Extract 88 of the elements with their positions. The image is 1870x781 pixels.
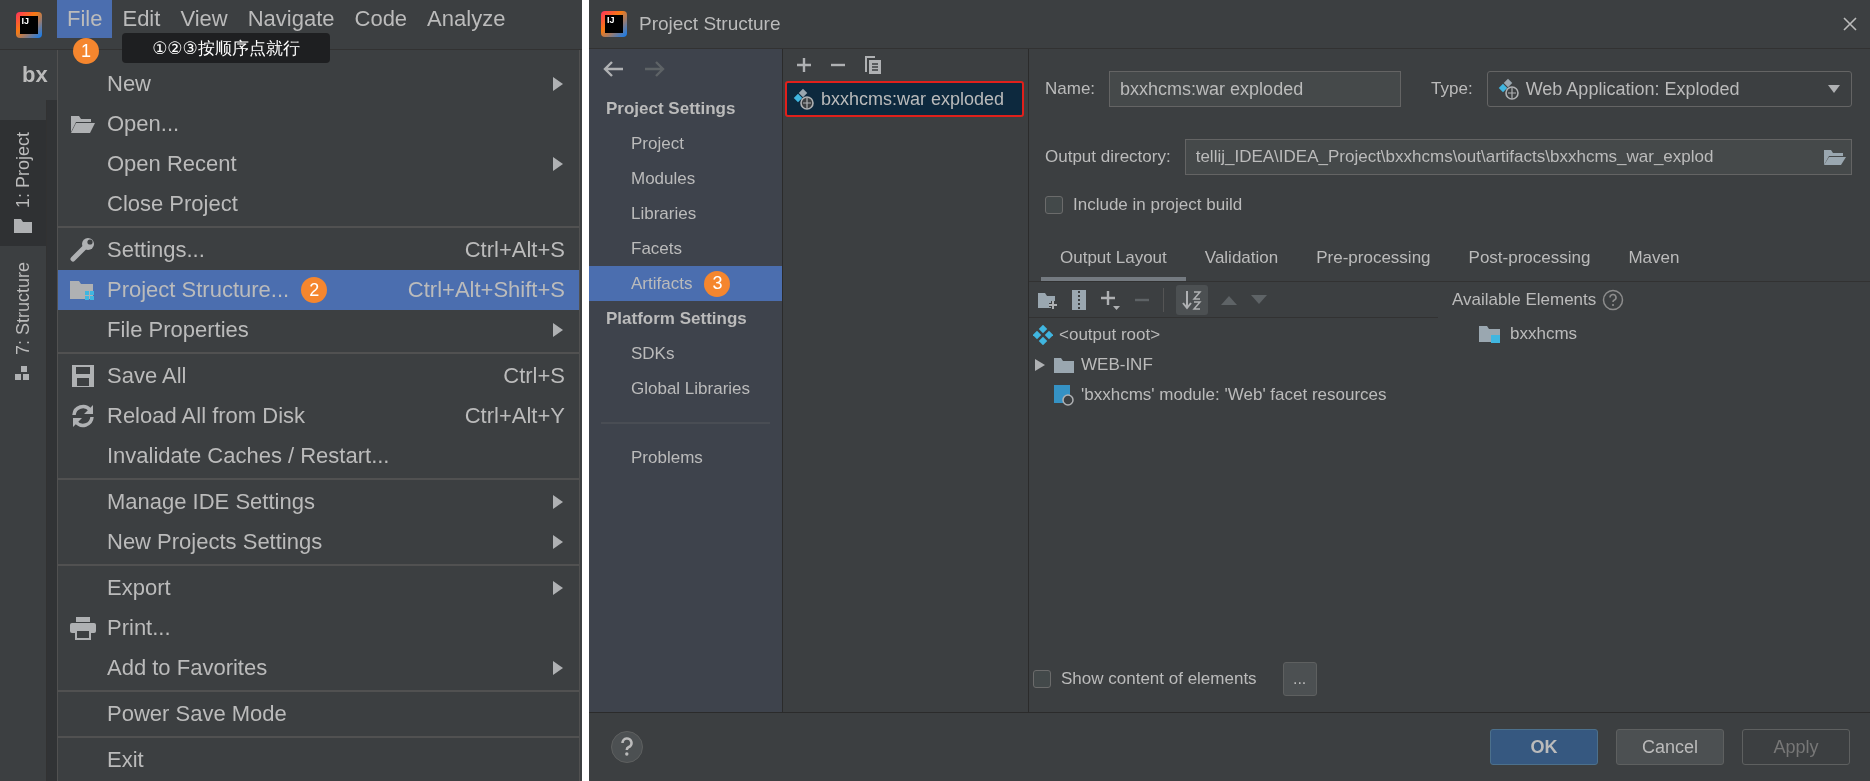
checkbox[interactable] (1033, 670, 1051, 688)
add-icon[interactable] (795, 56, 813, 74)
menu-bar-item[interactable]: Analyze (417, 0, 516, 38)
tree-item[interactable]: <output root> (1029, 320, 1438, 350)
tool-window-tab[interactable]: 7: Structure (0, 250, 46, 394)
tab[interactable]: Output Layout (1041, 239, 1186, 281)
sidebar-item[interactable]: Project (589, 126, 782, 161)
folder-icon (1053, 356, 1075, 374)
open-folder-icon[interactable] (1823, 147, 1847, 167)
menu-item[interactable]: Save All Ctrl+S (58, 356, 579, 396)
menu-bar-item[interactable]: Code (344, 0, 418, 38)
menu-item[interactable]: Settings... Ctrl+Alt+S (58, 230, 579, 270)
shortcut-label: Ctrl+S (503, 363, 565, 389)
section-heading: Project Settings (605, 97, 737, 120)
dialog-button[interactable]: OK (1490, 729, 1598, 765)
shortcut-label: Ctrl+Alt+S (464, 237, 565, 263)
web-module-icon (1053, 384, 1075, 406)
field-label: Output directory: (1045, 147, 1171, 167)
checkbox-label: Show content of elements (1061, 669, 1257, 689)
sidebar-item[interactable]: Global Libraries (589, 371, 782, 406)
menu-item[interactable]: Exit (58, 740, 579, 780)
type-dropdown[interactable]: Web Application: Exploded (1486, 71, 1852, 107)
sidebar-item[interactable]: Facets (589, 231, 782, 266)
more-button[interactable]: ... (1282, 662, 1317, 696)
section-heading: Platform Settings (605, 307, 748, 330)
sidebar-item[interactable]: SDKs (589, 336, 782, 371)
sidebar-item[interactable]: Modules (589, 161, 782, 196)
shortcut-label: Ctrl+Alt+Shift+S (407, 277, 565, 303)
add-icon[interactable] (1099, 288, 1121, 311)
step-badge: 2 (301, 277, 328, 303)
copy-icon[interactable] (863, 55, 883, 75)
menu-item[interactable]: New Projects Settings (58, 522, 579, 562)
name-field[interactable]: bxxhcms:war exploded (1109, 71, 1402, 107)
tab[interactable]: Validation (1185, 239, 1298, 281)
diamonds-icon (1033, 325, 1053, 345)
menu-item[interactable]: Manage IDE Settings (58, 482, 579, 522)
menu-item[interactable]: Open... (58, 104, 579, 144)
question-mark-icon (620, 737, 634, 757)
field-label: Name: (1045, 79, 1096, 99)
help-button[interactable] (611, 731, 643, 763)
tool-window-tab[interactable]: 1: Project (0, 120, 46, 247)
artifact-list-item[interactable]: bxxhcms:war exploded (785, 81, 1024, 117)
shortcut-label: Ctrl+Alt+Y (464, 403, 565, 429)
tab[interactable]: Maven (1609, 239, 1699, 281)
editor-tab[interactable]: bx (0, 50, 57, 100)
tree-item[interactable]: 'bxxhcms' module: 'Web' facet resources (1029, 380, 1438, 410)
checkbox-label: Include in project build (1073, 195, 1243, 215)
collapsed-arrow-icon[interactable] (1033, 358, 1047, 372)
sidebar-item[interactable]: Libraries (589, 196, 782, 231)
sort-button[interactable] (1176, 284, 1208, 315)
sidebar-item[interactable]: Problems (601, 440, 770, 475)
menu-item[interactable]: Invalidate Caches / Restart... (58, 436, 579, 476)
menu-item[interactable]: Export (58, 568, 579, 608)
panel-title: Available Elements (1452, 290, 1597, 310)
tab[interactable]: Pre-processing (1297, 239, 1450, 281)
menu-item[interactable]: Close Project (58, 184, 579, 224)
app-logo: IJ (15, 11, 42, 38)
dialog-button[interactable]: Cancel (1616, 729, 1724, 765)
menu-item[interactable]: Reload All from Disk Ctrl+Alt+Y (58, 396, 579, 436)
wrench-icon (68, 237, 97, 263)
module-folder-icon (1478, 324, 1502, 344)
menu-item[interactable]: New (58, 64, 579, 104)
printer-icon (68, 615, 97, 641)
step-badge: 1 (73, 38, 99, 64)
close-icon[interactable] (1842, 16, 1858, 32)
step-badge: 3 (704, 270, 731, 297)
menu-item[interactable]: File Properties (58, 310, 579, 350)
archive-icon[interactable] (1071, 288, 1087, 311)
tab[interactable]: Post-processing (1449, 239, 1610, 281)
web-artifact-icon (793, 88, 815, 110)
app-logo: IJ (601, 11, 627, 37)
output-directory-field[interactable]: tellij_IDEA\IDEA_Project\bxxhcms\out\artifacts\bxxhcms_war_explod (1184, 139, 1852, 175)
menu-item[interactable]: Print... (58, 608, 579, 648)
available-element[interactable]: bxxhcms (1452, 310, 1870, 344)
folder-grid-icon (68, 278, 97, 302)
window-title: Project Structure (639, 13, 781, 35)
back-arrow-icon[interactable] (601, 59, 625, 79)
help-icon[interactable] (1602, 289, 1625, 311)
menu-item[interactable]: Power Save Mode (58, 694, 579, 734)
menu-item[interactable]: Add to Favorites (58, 648, 579, 688)
field-label: Type: (1431, 79, 1473, 99)
menu-item[interactable]: Open Recent (58, 144, 579, 184)
tree-item[interactable]: WEB-INF (1029, 350, 1438, 380)
folder-icon (13, 218, 33, 235)
caret-icon (1827, 84, 1841, 94)
web-artifact-icon (1497, 78, 1520, 100)
tooltip: ①②③按顺序点就行 (122, 33, 330, 63)
checkbox[interactable] (1045, 196, 1063, 214)
